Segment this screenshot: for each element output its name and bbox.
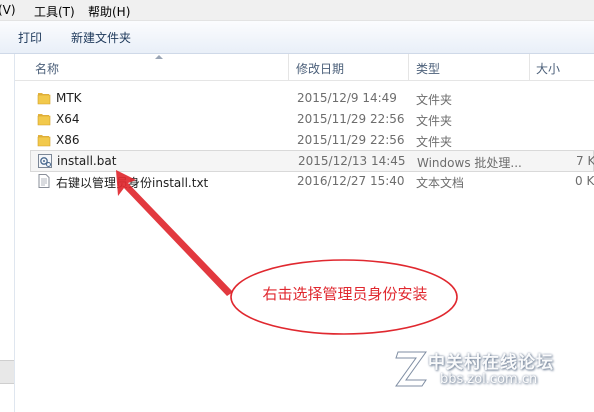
annotation-text: 右击选择管理员身份安装 — [262, 285, 428, 303]
zol-logo-icon — [395, 351, 427, 387]
watermark-url: bbs.zol.com.cn — [440, 372, 538, 387]
watermark-site-name: 中关村在线论坛 — [428, 353, 554, 373]
annotation-arrow — [116, 170, 233, 296]
